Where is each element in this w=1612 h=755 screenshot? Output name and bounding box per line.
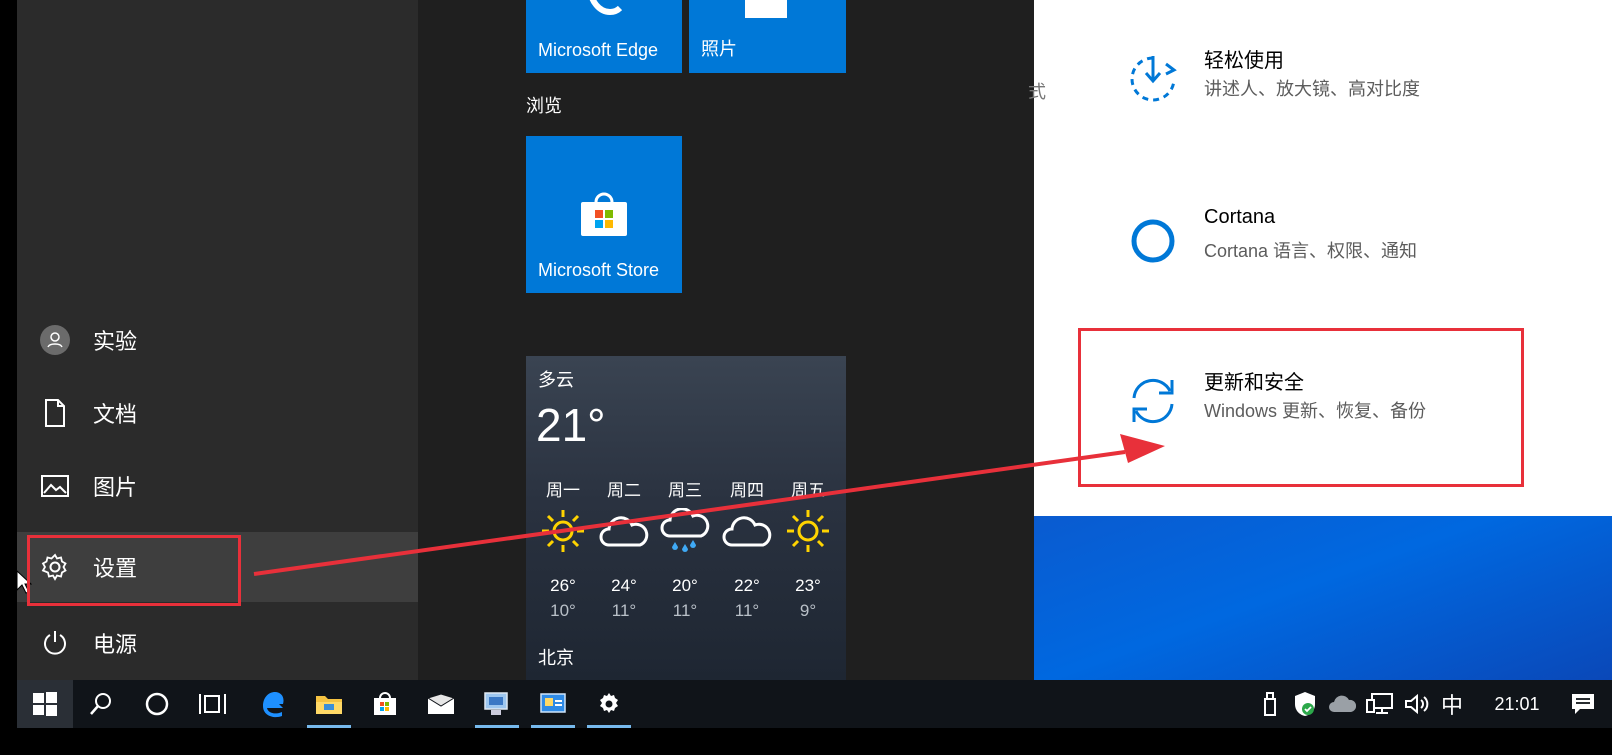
taskbar-store-button[interactable] <box>357 680 413 728</box>
task-view-icon <box>199 694 226 714</box>
settings-gear-icon <box>600 693 618 713</box>
store-icon <box>374 692 396 715</box>
search-button[interactable] <box>73 680 129 728</box>
start-button[interactable] <box>17 680 73 728</box>
mail-icon <box>427 693 455 714</box>
taskbar-app1-button[interactable] <box>469 680 525 728</box>
search-icon <box>90 693 111 715</box>
windows-logo-icon <box>33 692 57 716</box>
volume-icon[interactable] <box>1401 680 1433 728</box>
cortana-circle-icon <box>145 692 169 716</box>
notification-icon <box>1572 694 1594 714</box>
annotation-arrow <box>253 434 1165 576</box>
taskbar-app2-button[interactable] <box>525 680 581 728</box>
running-indicator <box>475 725 519 728</box>
remote-desktop-icon <box>484 692 508 715</box>
usb-tray-icon[interactable] <box>1255 680 1285 728</box>
running-indicator <box>587 725 631 728</box>
taskbar-explorer-button[interactable] <box>301 680 357 728</box>
running-indicator <box>531 725 575 728</box>
taskbar-edge-button[interactable] <box>245 680 301 728</box>
cortana-button[interactable] <box>129 680 185 728</box>
network-icon[interactable] <box>1363 680 1397 728</box>
onedrive-cloud-icon[interactable] <box>1325 680 1359 728</box>
running-indicator <box>307 725 351 728</box>
taskbar-mail-button[interactable] <box>413 680 469 728</box>
folder-icon <box>316 696 342 714</box>
action-center-button[interactable] <box>1563 680 1603 728</box>
taskbar-settings-button[interactable] <box>581 680 637 728</box>
security-shield-icon[interactable] <box>1289 680 1321 728</box>
clock[interactable]: 21:01 <box>1477 680 1557 728</box>
task-view-button[interactable] <box>185 680 241 728</box>
ime-indicator[interactable]: 中 <box>1435 680 1469 728</box>
control-panel-icon <box>540 693 566 713</box>
taskbar: 中 21:01 <box>17 680 1612 728</box>
edge-icon <box>263 692 284 718</box>
